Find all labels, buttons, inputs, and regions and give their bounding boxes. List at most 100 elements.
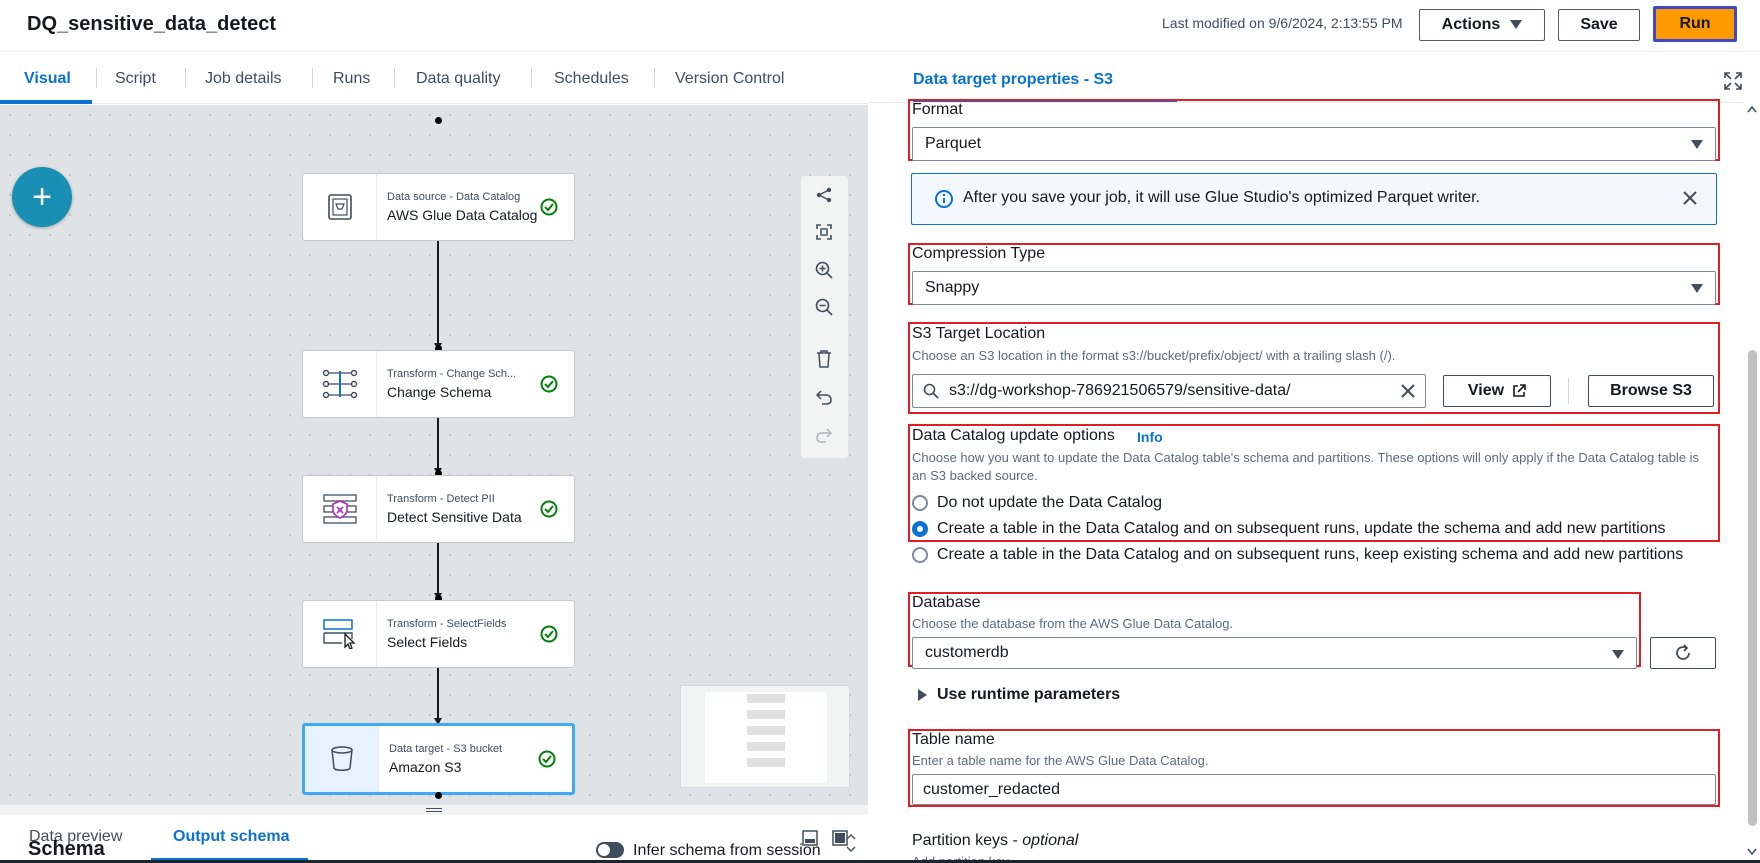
tab-schedules[interactable]: Schedules xyxy=(554,70,629,88)
radio-no-update[interactable] xyxy=(912,495,928,511)
format-label: Format xyxy=(912,101,963,118)
expand-icon[interactable] xyxy=(1724,72,1742,90)
success-check-icon xyxy=(540,625,558,643)
optional-text: optional xyxy=(1022,832,1079,849)
node-change-schema[interactable]: Transform - Change Sch... Change Schema xyxy=(302,350,575,418)
edge-connector xyxy=(437,668,439,722)
node-type-label: Transform - Change Sch... xyxy=(387,368,517,380)
catalog-update-description: Choose how you want to update the Data C… xyxy=(912,450,1700,483)
actions-button[interactable]: Actions xyxy=(1419,9,1545,41)
partition-keys-text: Partition keys xyxy=(912,832,1009,849)
runtime-parameters-toggle[interactable]: Use runtime parameters xyxy=(937,686,1120,704)
redo-icon[interactable] xyxy=(813,424,835,446)
view-button-label: View xyxy=(1467,382,1505,399)
info-link[interactable]: Info xyxy=(1137,429,1163,445)
fit-view-icon[interactable] xyxy=(813,221,835,243)
tab-job-details[interactable]: Job details xyxy=(205,70,282,88)
select-fields-icon xyxy=(303,601,377,667)
scrollbar[interactable] xyxy=(1744,102,1760,863)
panel-resize-handle[interactable] xyxy=(0,805,868,815)
node-select-fields[interactable]: Transform - SelectFields Select Fields xyxy=(302,600,575,668)
format-select[interactable]: Parquet xyxy=(912,127,1716,161)
caret-right-icon[interactable] xyxy=(918,689,928,701)
scroll-thumb[interactable] xyxy=(1748,350,1757,826)
database-description: Choose the database from the AWS Glue Da… xyxy=(912,616,1234,631)
node-name-label: Detect Sensitive Data xyxy=(387,509,522,525)
view-s3-button[interactable]: View xyxy=(1443,375,1551,407)
caret-down-icon xyxy=(1691,284,1703,293)
partition-keys-label: Partition keys - optional xyxy=(912,832,1079,849)
minimap-viewport xyxy=(705,692,827,783)
zoom-out-icon[interactable] xyxy=(813,296,835,318)
minimap-node xyxy=(747,758,785,767)
format-value: Parquet xyxy=(925,135,982,152)
close-icon[interactable] xyxy=(1682,190,1698,206)
s3-location-value: s3://dg-workshop-786921506579/sensitive-… xyxy=(949,382,1291,399)
visual-canvas[interactable]: + Data source - Data Catalog AWS Glue Da… xyxy=(0,105,868,805)
database-select[interactable]: customerdb xyxy=(912,637,1637,669)
editor-tabs: Visual Script Job details Runs Data qual… xyxy=(0,52,868,104)
canvas-toolbar xyxy=(801,176,848,458)
node-name-label: Change Schema xyxy=(387,384,492,400)
s3-location-description: Choose an S3 location in the format s3:/… xyxy=(912,348,1396,363)
schema-title: Schema xyxy=(28,838,105,860)
job-header: DQ_sensitive_data_detect Last modified o… xyxy=(0,0,1760,52)
delete-icon[interactable] xyxy=(813,348,835,370)
minimap-node xyxy=(747,742,785,751)
browse-s3-button[interactable]: Browse S3 xyxy=(1588,375,1714,407)
scroll-down-icon[interactable] xyxy=(1747,848,1757,856)
save-button[interactable]: Save xyxy=(1558,9,1640,41)
s3-location-input[interactable]: s3://dg-workshop-786921506579/sensitive-… xyxy=(912,374,1426,408)
scroll-arrows-icon[interactable] xyxy=(845,832,857,854)
node-type-label: Data target - S3 bucket xyxy=(389,743,503,755)
tab-runs[interactable]: Runs xyxy=(333,70,370,88)
properties-panel: Data target properties - S3 Format Parqu… xyxy=(869,52,1760,863)
radio-keep-schema[interactable] xyxy=(912,547,928,563)
actions-button-label: Actions xyxy=(1441,16,1501,33)
external-link-icon xyxy=(1512,384,1526,398)
edge-connector xyxy=(437,543,439,597)
detect-pii-icon xyxy=(303,476,377,542)
catalog-update-label: Data Catalog update options xyxy=(912,427,1115,444)
tab-divider xyxy=(394,68,395,88)
active-tab-indicator xyxy=(0,100,92,104)
layout-icon[interactable] xyxy=(813,184,835,206)
edge-connector xyxy=(437,418,439,472)
refresh-button[interactable] xyxy=(1650,637,1716,669)
radio-update-schema[interactable] xyxy=(912,521,928,537)
run-button[interactable]: Run xyxy=(1653,6,1737,42)
tab-divider xyxy=(96,68,97,88)
edge-connector xyxy=(437,241,439,347)
add-node-button[interactable]: + xyxy=(12,167,72,227)
tab-script[interactable]: Script xyxy=(115,70,156,88)
scroll-up-icon[interactable] xyxy=(1747,105,1757,113)
catalog-icon xyxy=(303,174,377,240)
node-data-catalog-source[interactable]: Data source - Data Catalog AWS Glue Data… xyxy=(302,173,575,241)
tab-visual[interactable]: Visual xyxy=(24,70,71,88)
node-amazon-s3-target[interactable]: Data target - S3 bucket Amazon S3 xyxy=(302,723,575,795)
s3-bucket-icon xyxy=(305,726,379,792)
table-name-input[interactable]: customer_redacted xyxy=(912,774,1716,805)
tab-output-schema[interactable]: Output schema xyxy=(173,828,289,846)
node-handle[interactable] xyxy=(435,792,442,799)
tab-divider xyxy=(312,68,313,88)
tab-divider xyxy=(654,68,655,88)
node-name-label: AWS Glue Data Catalog xyxy=(387,207,538,223)
undo-icon[interactable] xyxy=(813,386,835,408)
clear-icon[interactable] xyxy=(1401,384,1415,398)
table-name-description: Enter a table name for the AWS Glue Data… xyxy=(912,753,1209,768)
drag-handle-icon xyxy=(426,808,442,812)
canvas-minimap[interactable] xyxy=(680,685,850,788)
infer-schema-toggle[interactable] xyxy=(596,842,624,858)
node-handle[interactable] xyxy=(435,117,442,124)
tab-divider xyxy=(531,68,532,88)
node-detect-pii[interactable]: Transform - Detect PII Detect Sensitive … xyxy=(302,475,575,543)
success-check-icon xyxy=(540,198,558,216)
table-name-label: Table name xyxy=(912,731,995,748)
zoom-in-icon[interactable] xyxy=(813,259,835,281)
tab-data-quality[interactable]: Data quality xyxy=(416,70,501,88)
compression-select[interactable]: Snappy xyxy=(912,271,1716,305)
tab-version-control[interactable]: Version Control xyxy=(675,70,784,88)
properties-panel-title[interactable]: Data target properties - S3 xyxy=(913,71,1113,89)
success-check-icon xyxy=(538,750,556,768)
